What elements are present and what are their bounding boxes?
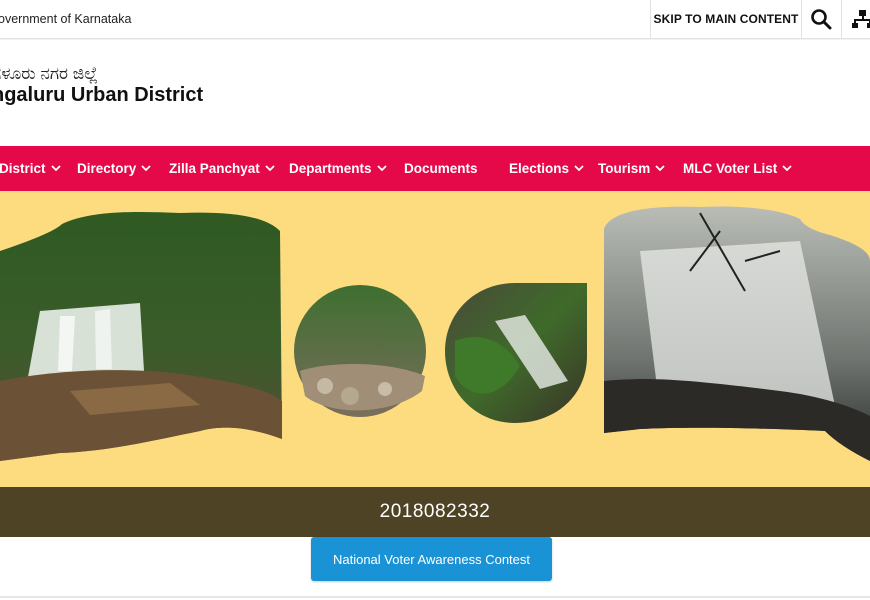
nav-item-mlc-voter-list[interactable]: MLC Voter List — [683, 146, 792, 191]
site-title-kannada[interactable]: ಗಳೂರು ನಗರ ಜಿಲ್ಲೆ — [0, 64, 98, 84]
forest-stream-image — [294, 285, 426, 417]
chevron-down-icon — [141, 165, 151, 172]
nav-item-label: Elections — [509, 161, 570, 176]
nav-item-district[interactable]: District — [0, 146, 61, 191]
national-voter-awareness-contest-button[interactable]: National Voter Awareness Contest — [311, 537, 552, 581]
nav-item-label: Departments — [289, 161, 372, 176]
nav-item-label: Zilla Panchyat — [169, 161, 260, 176]
nav-item-label: Tourism — [598, 161, 651, 176]
skip-to-main-content-link[interactable]: SKIP TO MAIN CONTENT — [650, 0, 802, 38]
main-navigation: District Directory Zilla Panchyat Depart… — [0, 146, 870, 191]
chevron-down-icon — [782, 165, 792, 172]
nav-item-label: MLC Voter List — [683, 161, 778, 176]
nav-item-label: District — [0, 161, 46, 176]
government-link[interactable]: overnment of Karnataka — [0, 12, 131, 26]
chevron-down-icon — [265, 165, 275, 172]
top-utility-bar: overnment of Karnataka SKIP TO MAIN CONT… — [0, 0, 870, 39]
chevron-down-icon — [574, 165, 584, 172]
nav-item-documents[interactable]: Documents — [404, 146, 478, 191]
visitor-counter-bar: 2018082332 — [0, 487, 870, 537]
chevron-down-icon — [655, 165, 665, 172]
search-button[interactable] — [801, 0, 842, 38]
sitemap-icon — [852, 10, 870, 28]
hero-banner — [0, 191, 870, 487]
nav-item-zilla-panchyat[interactable]: Zilla Panchyat — [169, 146, 275, 191]
site-title-english[interactable]: ngaluru Urban District — [0, 84, 203, 107]
nav-item-elections[interactable]: Elections — [509, 146, 584, 191]
banner-illustration — [0, 206, 870, 461]
nav-item-directory[interactable]: Directory — [77, 146, 151, 191]
sitemap-button[interactable] — [842, 0, 870, 38]
waterfall-image-left — [0, 212, 282, 461]
search-icon — [811, 9, 832, 30]
section-divider — [0, 596, 870, 598]
chevron-down-icon — [50, 165, 61, 172]
nav-item-departments[interactable]: Departments — [289, 146, 387, 191]
nav-item-tourism[interactable]: Tourism — [598, 146, 665, 191]
moss-waterfall-image — [445, 283, 587, 423]
chevron-down-icon — [376, 165, 387, 172]
nav-item-label: Documents — [404, 161, 478, 176]
waterfall-image-right — [604, 206, 870, 461]
nav-item-label: Directory — [77, 161, 137, 176]
visitor-counter: 2018082332 — [379, 501, 491, 522]
